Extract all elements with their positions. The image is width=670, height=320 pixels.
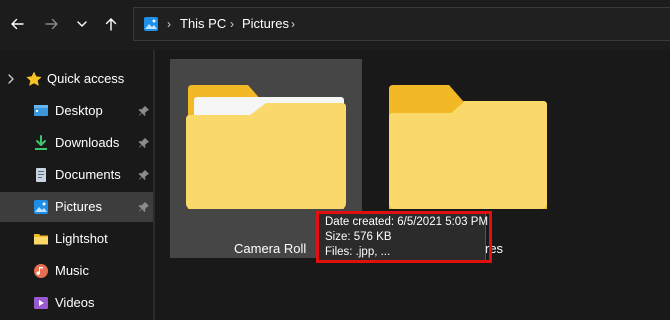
sidebar-item-pictures[interactable]: Pictures xyxy=(0,192,153,222)
folder-icon xyxy=(186,85,346,209)
sidebar-item-label: Music xyxy=(55,263,89,278)
desktop-icon xyxy=(34,105,48,116)
sidebar-item-quick-access[interactable]: Quick access xyxy=(0,64,153,94)
sidebar-item-videos[interactable]: Videos xyxy=(0,288,153,318)
breadcrumb-pictures[interactable]: Pictures xyxy=(242,16,289,31)
forward-button[interactable] xyxy=(40,11,64,37)
arrow-right-icon xyxy=(45,18,58,30)
arrow-left-icon xyxy=(11,18,24,30)
sidebar-item-lightshot[interactable]: Lightshot xyxy=(0,224,153,254)
chevron-right-icon: › xyxy=(167,17,171,31)
pin-icon xyxy=(138,170,149,180)
music-icon xyxy=(34,264,48,278)
sidebar-item-label: Desktop xyxy=(55,103,103,118)
sidebar-item-label: Pictures xyxy=(55,199,102,214)
sidebar-item-documents[interactable]: Documents xyxy=(0,160,153,190)
pictures-icon xyxy=(144,17,158,31)
back-button[interactable] xyxy=(5,11,29,37)
video-icon xyxy=(34,297,48,309)
folder-icon xyxy=(389,85,547,209)
chevron-down-icon xyxy=(77,21,87,27)
file-explorer-window: › This PC › Pictures › Quick access Desk… xyxy=(0,0,670,320)
sidebar-item-label: Lightshot xyxy=(55,231,108,246)
sidebar-item-label: Downloads xyxy=(55,135,120,150)
sidebar-item-label: Quick access xyxy=(47,71,125,86)
document-icon xyxy=(36,168,46,182)
sidebar-item-desktop[interactable]: Desktop xyxy=(0,96,153,126)
sidebar-item-music[interactable]: Music xyxy=(0,256,153,286)
sidebar-item-downloads[interactable]: Downloads xyxy=(0,128,153,158)
pin-icon xyxy=(138,106,149,116)
address-bar[interactable]: › This PC › Pictures › xyxy=(133,7,670,41)
folder-label: Camera Roll xyxy=(234,241,307,256)
pictures-icon xyxy=(34,200,48,214)
navigation-bar: › This PC › Pictures › xyxy=(0,0,670,50)
pin-icon xyxy=(138,202,149,212)
breadcrumb-this-pc[interactable]: This PC xyxy=(180,16,226,31)
sidebar-item-label: Videos xyxy=(55,295,95,310)
up-button[interactable] xyxy=(99,11,123,37)
download-icon xyxy=(35,135,47,150)
arrow-up-icon xyxy=(105,18,117,31)
chevron-right-icon: › xyxy=(230,17,234,31)
sidebar-item-label: Documents xyxy=(55,167,121,182)
star-icon xyxy=(26,71,42,86)
folder-icon xyxy=(34,234,48,245)
highlight-box xyxy=(316,211,492,263)
chevron-right-icon[interactable]: › xyxy=(291,17,295,31)
pin-icon xyxy=(138,138,149,148)
recent-locations-button[interactable] xyxy=(70,11,94,37)
chevron-right-icon[interactable] xyxy=(6,73,16,85)
navigation-pane: Quick access Desktop Downloads Documents… xyxy=(0,50,153,320)
